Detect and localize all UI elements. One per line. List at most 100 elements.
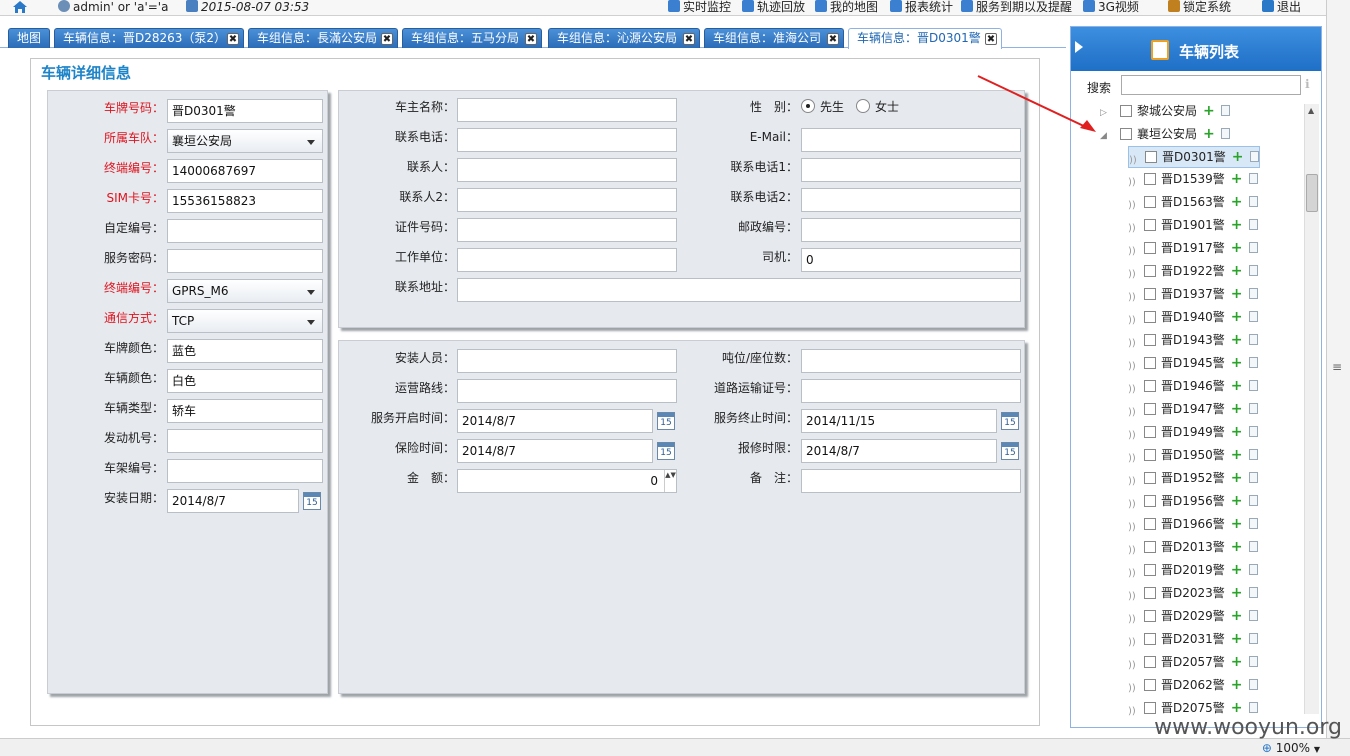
calendar-icon[interactable]: 15 <box>1001 412 1019 430</box>
document-icon[interactable] <box>1248 173 1258 184</box>
checkbox[interactable] <box>1144 518 1156 530</box>
checkbox[interactable] <box>1144 219 1156 231</box>
install-field-b[interactable] <box>801 349 1021 373</box>
field-10[interactable]: 轿车 <box>167 399 323 423</box>
vehicle-item[interactable]: )) 晋D0301警 + <box>1128 146 1260 168</box>
vehicle-item[interactable]: )) 晋D1922警 + <box>1128 261 1258 283</box>
gender-female-radio[interactable] <box>856 99 870 113</box>
vehicle-item[interactable]: )) 晋D1901警 + <box>1128 215 1258 237</box>
document-icon[interactable] <box>1248 449 1258 460</box>
add-icon[interactable]: + <box>1231 517 1243 531</box>
document-icon[interactable] <box>1248 702 1258 713</box>
document-icon[interactable] <box>1248 610 1258 621</box>
checkbox[interactable] <box>1144 656 1156 668</box>
document-icon[interactable] <box>1248 288 1258 299</box>
add-icon[interactable]: + <box>1231 333 1243 347</box>
document-icon[interactable] <box>1248 196 1258 207</box>
document-icon[interactable] <box>1248 334 1258 345</box>
add-icon[interactable]: + <box>1231 655 1243 669</box>
vehicle-item[interactable]: )) 晋D1956警 + <box>1128 491 1258 513</box>
vehicle-item[interactable]: )) 晋D2029警 + <box>1128 606 1258 628</box>
vehicle-item[interactable]: )) 晋D1917警 + <box>1128 238 1258 260</box>
add-icon[interactable]: + <box>1231 356 1243 370</box>
add-icon[interactable]: + <box>1231 172 1243 186</box>
add-icon[interactable]: + <box>1231 264 1243 278</box>
checkbox[interactable] <box>1144 311 1156 323</box>
vehicle-item[interactable]: )) 晋D2023警 + <box>1128 583 1258 605</box>
add-icon[interactable]: + <box>1231 586 1243 600</box>
tree-group[interactable]: ◢ 襄垣公安局 + <box>1100 124 1230 146</box>
scroll-thumb[interactable] <box>1306 174 1318 212</box>
document-icon[interactable] <box>1248 633 1258 644</box>
add-icon[interactable]: + <box>1231 402 1243 416</box>
gender-male-radio[interactable] <box>801 99 815 113</box>
document-icon[interactable] <box>1248 380 1258 391</box>
search-input[interactable] <box>1121 75 1301 95</box>
checkbox[interactable] <box>1144 587 1156 599</box>
checkbox[interactable] <box>1144 426 1156 438</box>
window-scrollbar[interactable]: ≡ <box>1326 0 1350 738</box>
install-field-a[interactable] <box>457 349 677 373</box>
add-icon[interactable]: + <box>1231 241 1243 255</box>
document-icon[interactable] <box>1248 587 1258 598</box>
document-icon[interactable] <box>1248 495 1258 506</box>
owner-field-b[interactable] <box>801 188 1021 212</box>
field-3[interactable]: 15536158823 <box>167 189 323 213</box>
add-icon[interactable]: + <box>1231 494 1243 508</box>
checkbox[interactable] <box>1145 151 1157 163</box>
checkbox[interactable] <box>1144 679 1156 691</box>
owner-field-a[interactable] <box>457 158 677 182</box>
add-icon[interactable]: + <box>1231 195 1243 209</box>
collapse-arrow-icon[interactable] <box>1075 41 1083 53</box>
document-icon[interactable] <box>1248 357 1258 368</box>
vehicle-item[interactable]: )) 晋D2013警 + <box>1128 537 1258 559</box>
nav-map[interactable]: 我的地图 <box>815 0 878 16</box>
field-0[interactable]: 晋D0301警 <box>167 99 323 123</box>
owner-field-b[interactable] <box>801 218 1021 242</box>
document-icon[interactable] <box>1220 105 1230 116</box>
checkbox[interactable] <box>1144 242 1156 254</box>
checkbox[interactable] <box>1144 610 1156 622</box>
owner-field-a[interactable] <box>457 128 677 152</box>
document-icon[interactable] <box>1249 151 1259 162</box>
add-icon[interactable]: + <box>1231 540 1243 554</box>
close-icon[interactable]: ✖ <box>381 33 393 45</box>
document-icon[interactable] <box>1248 518 1258 529</box>
install-field-a[interactable]: 2014/8/7 <box>457 409 653 433</box>
field-12[interactable] <box>167 459 323 483</box>
checkbox[interactable] <box>1144 495 1156 507</box>
vehicle-item[interactable]: )) 晋D1937警 + <box>1128 284 1258 306</box>
vehicle-item[interactable]: )) 晋D1940警 + <box>1128 307 1258 329</box>
owner-field-a[interactable] <box>457 248 677 272</box>
checkbox[interactable] <box>1144 472 1156 484</box>
add-icon[interactable]: + <box>1231 287 1243 301</box>
add-icon[interactable]: + <box>1231 678 1243 692</box>
vehicle-item[interactable]: )) 晋D2062警 + <box>1128 675 1258 697</box>
checkbox[interactable] <box>1120 128 1132 140</box>
checkbox[interactable] <box>1144 357 1156 369</box>
document-icon[interactable] <box>1248 219 1258 230</box>
owner-field-a[interactable] <box>457 98 677 122</box>
checkbox[interactable] <box>1144 541 1156 553</box>
add-icon[interactable]: + <box>1231 218 1243 232</box>
close-icon[interactable]: ✖ <box>683 33 695 45</box>
chevron-down-icon[interactable]: ▼ <box>1314 745 1320 754</box>
install-field-b[interactable]: 2014/11/15 <box>801 409 997 433</box>
field-1[interactable]: 襄垣公安局 <box>167 129 323 153</box>
vehicle-item[interactable]: )) 晋D1539警 + <box>1128 169 1258 191</box>
field-4[interactable] <box>167 219 323 243</box>
vehicle-list-scrollbar[interactable]: ▲ <box>1304 104 1319 714</box>
field-8[interactable]: 蓝色 <box>167 339 323 363</box>
close-icon[interactable]: ✖ <box>525 33 537 45</box>
nav-video[interactable]: 3G视频 <box>1083 0 1139 16</box>
install-field-b[interactable] <box>801 469 1021 493</box>
install-field-a[interactable]: 0 <box>457 469 677 493</box>
calendar-icon[interactable]: 15 <box>1001 442 1019 460</box>
checkbox[interactable] <box>1144 173 1156 185</box>
owner-field-a[interactable] <box>457 218 677 242</box>
add-icon[interactable]: + <box>1231 609 1243 623</box>
add-icon[interactable]: + <box>1231 379 1243 393</box>
home-icon[interactable] <box>12 0 28 16</box>
vehicle-item[interactable]: )) 晋D1946警 + <box>1128 376 1258 398</box>
field-5[interactable] <box>167 249 323 273</box>
